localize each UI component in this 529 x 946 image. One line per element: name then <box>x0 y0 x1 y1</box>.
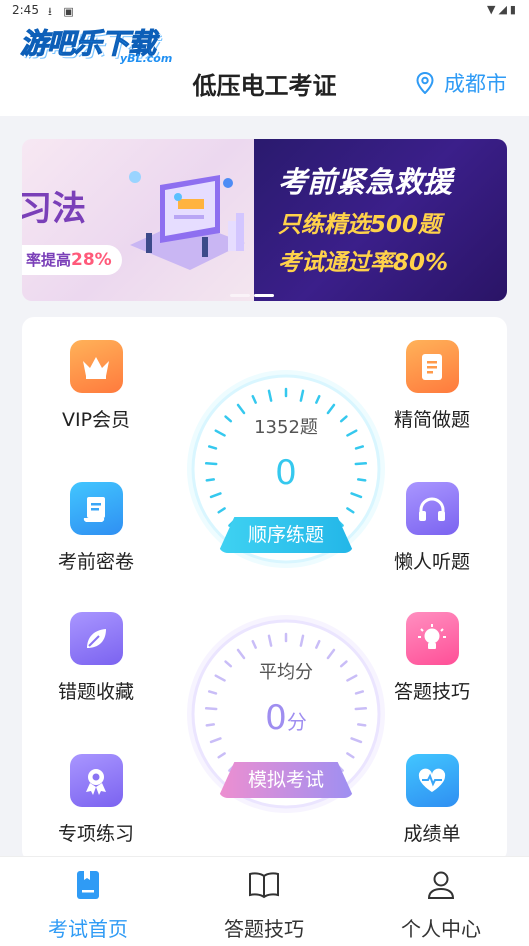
pill-value: 28% <box>71 250 112 270</box>
site-logo: 游吧乐下载 yBL.com <box>16 22 186 70</box>
city-label: 成都市 <box>444 72 507 96</box>
tab-answer-tips[interactable]: 答题技巧 <box>189 867 339 942</box>
listen-questions-button[interactable]: 懒人听题 <box>372 482 492 574</box>
banner-left-pill: 率提高28% <box>22 245 122 275</box>
vip-member-label: VIP会员 <box>61 409 131 431</box>
banner-indicator <box>230 294 274 297</box>
tab-answer-tips-label: 答题技巧 <box>224 917 304 941</box>
bottom-tab-bar: 考试首页 答题技巧 个人中心 <box>0 856 529 946</box>
header: 游吧乐下载 yBL.com 低压电工考证 成都市 <box>0 22 529 116</box>
scroll-icon <box>69 482 123 535</box>
status-bar: 2:45 ⭳ ▣ ▼◢▮ <box>0 0 529 22</box>
practice-progress-value: 0 <box>275 453 297 493</box>
practice-dial[interactable]: 1352题 0 顺序练题 <box>184 367 388 571</box>
tab-exam-home[interactable]: 考试首页 <box>13 867 163 942</box>
user-icon <box>366 867 516 903</box>
wrong-collection-label: 错题收藏 <box>57 681 134 703</box>
banner-line2: 只练精选500题 <box>278 212 442 238</box>
vip-member-button[interactable]: VIP会员 <box>36 340 156 432</box>
notification-icons: ⭳ ▣ <box>48 5 78 18</box>
laptop-illustration-icon <box>129 171 245 270</box>
promo-banner[interactable]: 习法 率提高28% 考前紧急救援 只练精选500题 考试通过率80% <box>22 139 507 301</box>
document-icon <box>405 340 459 393</box>
heartbeat-icon <box>405 754 459 807</box>
simple-practice-button[interactable]: 精简做题 <box>372 340 492 432</box>
answer-tips-label: 答题技巧 <box>393 681 470 703</box>
location-pin-icon <box>416 72 434 94</box>
tab-personal-center[interactable]: 个人中心 <box>366 867 516 942</box>
score-report-button[interactable]: 成绩单 <box>372 754 492 846</box>
answer-tips-button[interactable]: 答题技巧 <box>372 612 492 704</box>
listen-questions-label: 懒人听题 <box>393 551 470 573</box>
indicator-dot <box>230 294 250 297</box>
status-time: 2:45 <box>12 3 39 17</box>
open-book-icon <box>189 867 339 903</box>
leaf-icon <box>69 612 123 665</box>
headphones-icon <box>405 482 459 535</box>
crown-icon <box>69 340 123 393</box>
average-score-value: 0 <box>265 698 287 738</box>
indicator-dot-active <box>254 294 274 297</box>
score-report-label: 成绩单 <box>403 823 461 845</box>
lightbulb-icon <box>405 612 459 665</box>
city-selector[interactable]: 成都市 <box>416 68 507 98</box>
special-practice-label: 专项练习 <box>57 823 134 845</box>
banner-left-heading: 习法 <box>22 189 86 229</box>
banner-slide-current: 考前紧急救援 只练精选500题 考试通过率80% <box>254 139 507 301</box>
special-practice-button[interactable]: 专项练习 <box>36 754 156 846</box>
secret-paper-label: 考前密卷 <box>57 551 134 573</box>
book-filled-icon <box>13 867 163 903</box>
banner-line3: 考试通过率80% <box>278 250 449 276</box>
mock-exam-button[interactable]: 模拟考试 <box>218 762 354 798</box>
question-count: 1352题 <box>254 417 318 438</box>
tab-personal-center-label: 个人中心 <box>401 917 481 941</box>
system-icons: ▼◢▮ <box>487 3 519 16</box>
simple-practice-label: 精简做题 <box>393 409 470 431</box>
average-score-label: 平均分 <box>259 662 313 683</box>
tab-exam-home-label: 考试首页 <box>48 917 128 941</box>
pill-prefix: 率提高 <box>26 251 72 269</box>
secret-paper-button[interactable]: 考前密卷 <box>36 482 156 574</box>
average-score-display: 0分 <box>184 698 388 738</box>
wrong-collection-button[interactable]: 错题收藏 <box>36 612 156 704</box>
award-icon <box>69 754 123 807</box>
score-unit: 分 <box>286 710 307 734</box>
exam-dial[interactable]: 平均分 0分 模拟考试 <box>184 612 388 816</box>
banner-slide-prev: 习法 率提高28% <box>22 139 254 301</box>
logo-sub: yBL.com <box>120 52 173 65</box>
banner-headline: 考前紧急救援 <box>278 165 453 199</box>
sequential-practice-button[interactable]: 顺序练题 <box>218 517 354 553</box>
feature-card: VIP会员 考前密卷 错题收藏 专项练习 精简做题 懒人听题 答题技巧 成绩单 … <box>22 317 507 862</box>
